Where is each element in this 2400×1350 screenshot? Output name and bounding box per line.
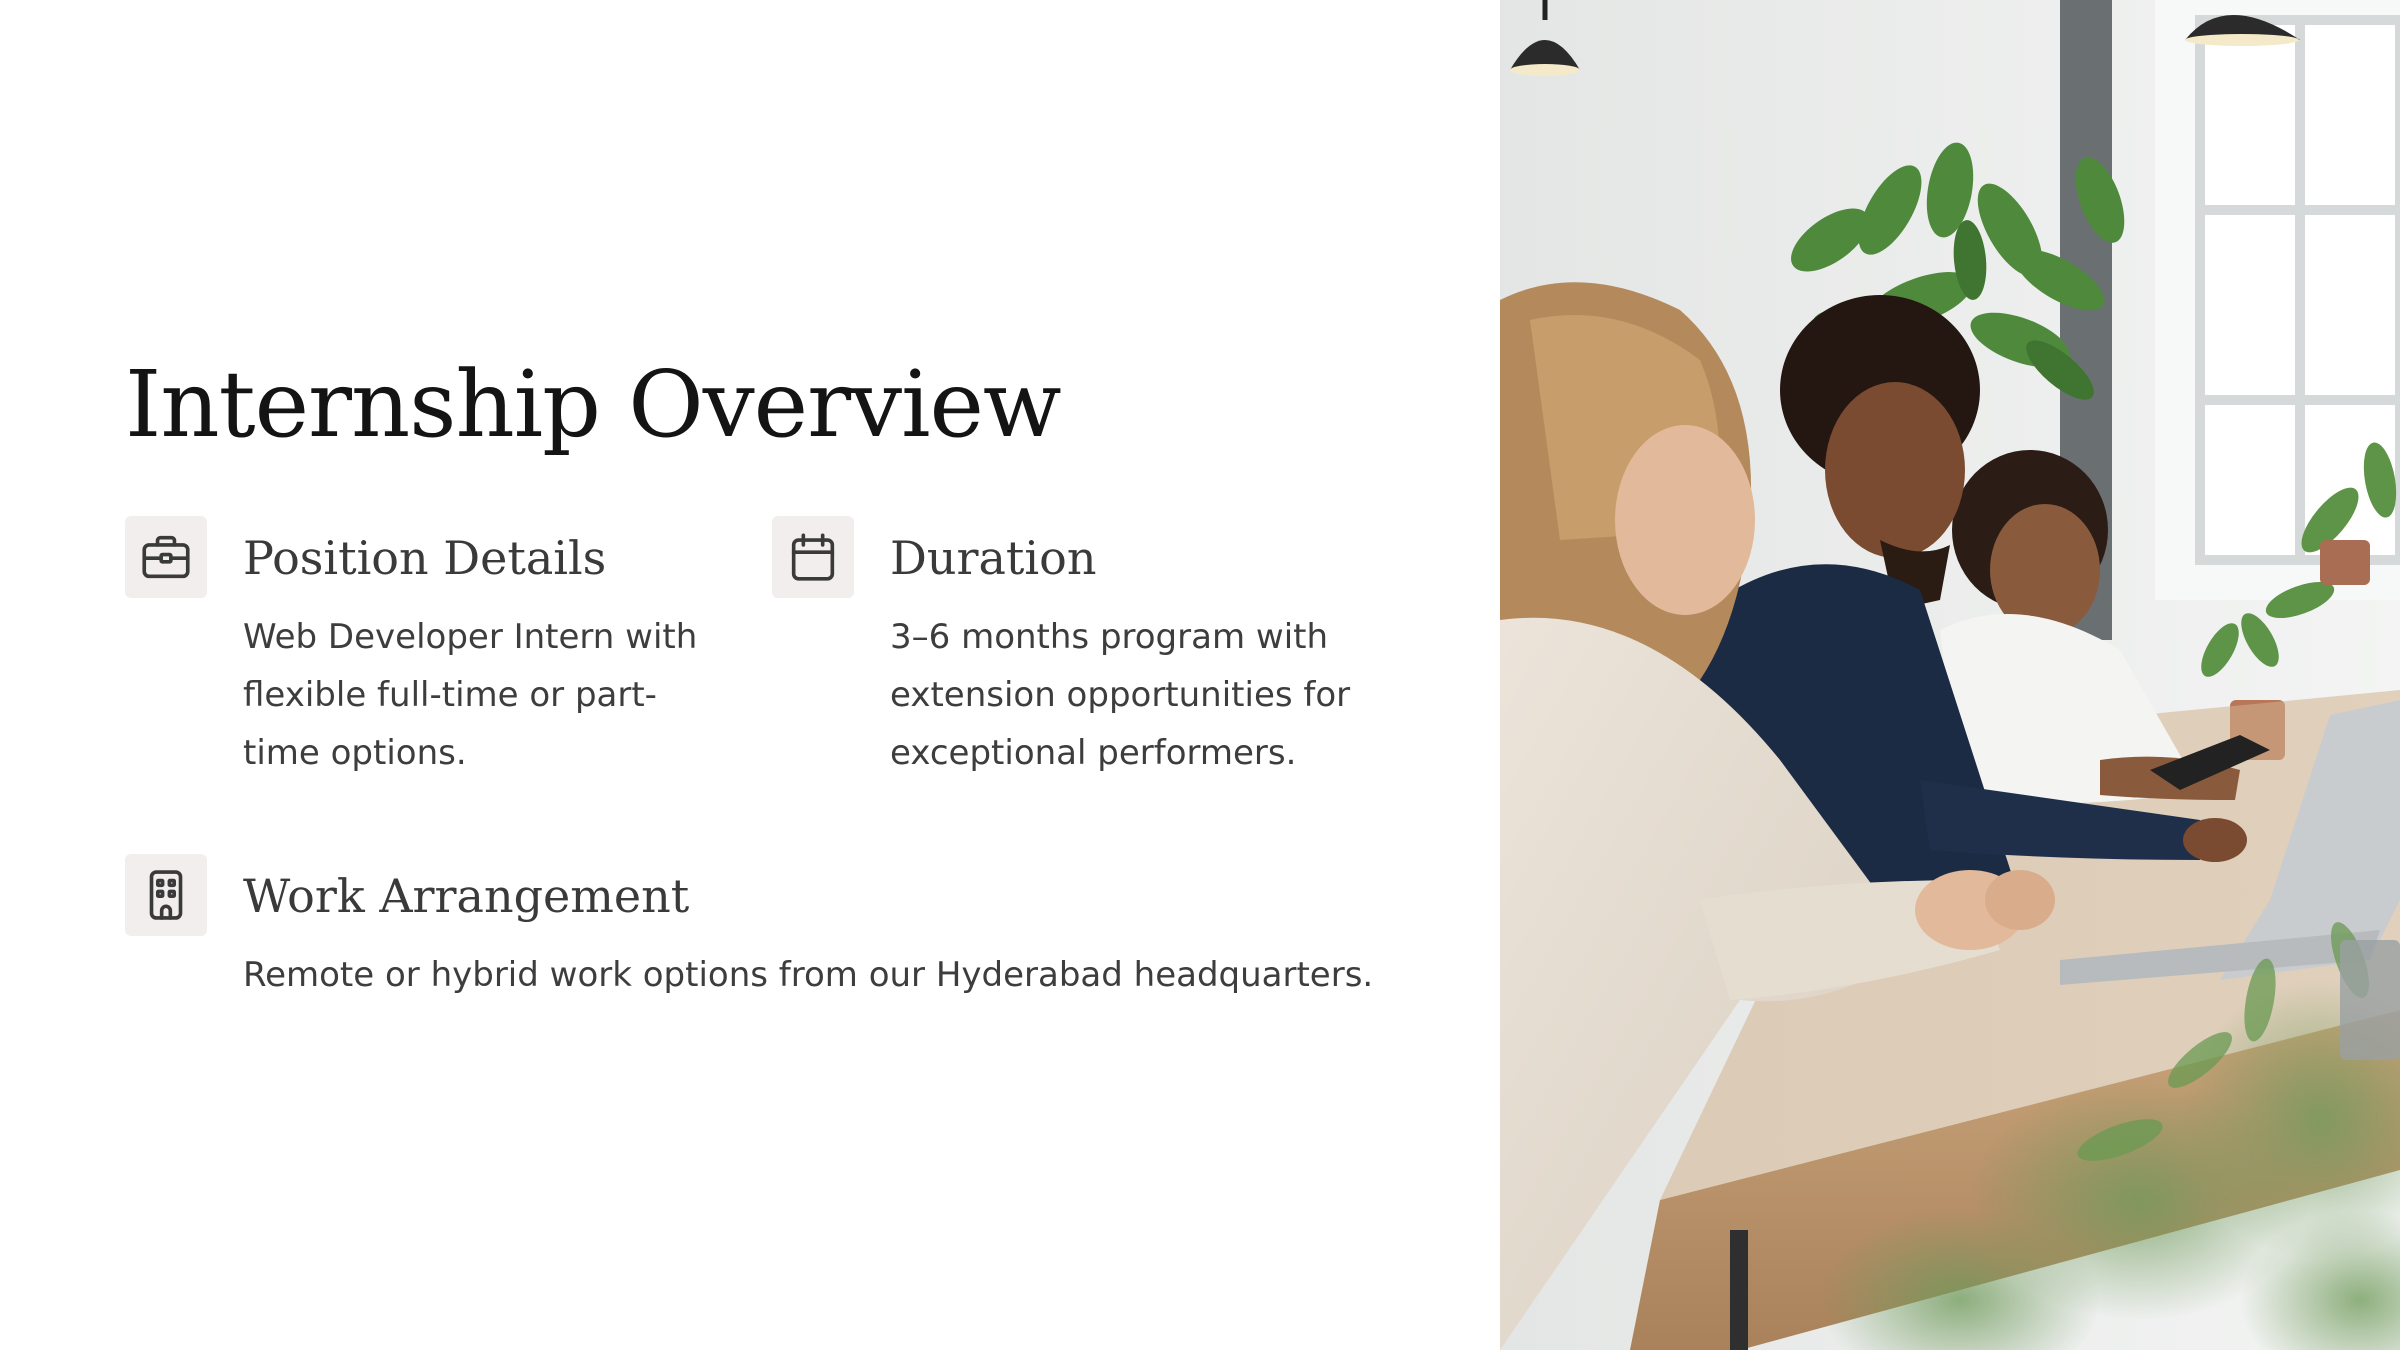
feature-description: 3–6 months program with extension opport… [890, 617, 1351, 773]
feature-description: Web Developer Intern with flexible full-… [243, 617, 698, 773]
slide-title: Internship Overview [125, 351, 1062, 458]
content-panel: Internship Overview Position Details Web… [0, 0, 1500, 1350]
office-team-photo [1500, 0, 2400, 1350]
feature-title: Position Details [243, 531, 607, 585]
building-icon [125, 854, 207, 936]
calendar-icon [772, 516, 854, 598]
feature-title: Duration [890, 531, 1097, 585]
feature-description: Remote or hybrid work options from our H… [243, 955, 1374, 995]
slide: Internship Overview Position Details Web… [0, 0, 2400, 1350]
feature-title: Work Arrangement [243, 869, 690, 923]
briefcase-icon [125, 516, 207, 598]
